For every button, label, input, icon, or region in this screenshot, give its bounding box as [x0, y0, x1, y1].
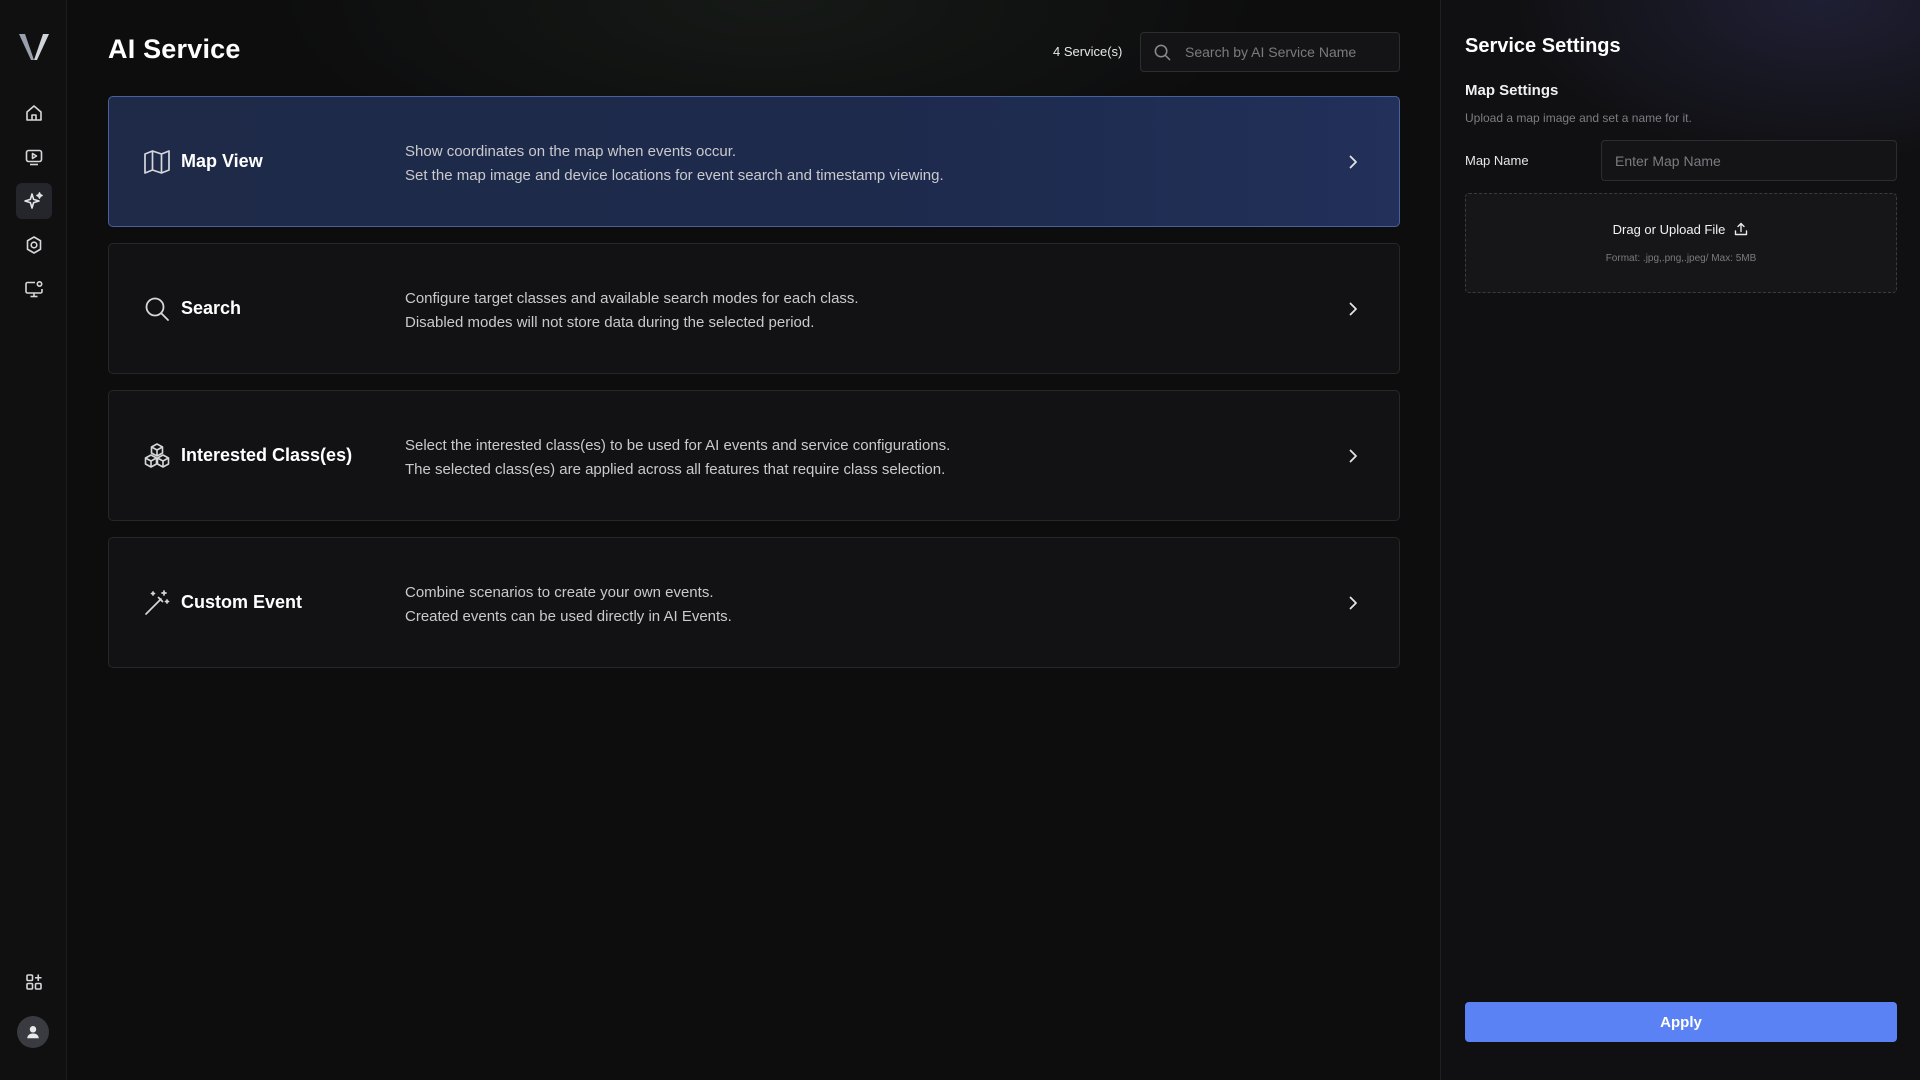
service-description-line: Configure target classes and available s…	[405, 290, 859, 307]
user-avatar[interactable]	[17, 1016, 49, 1048]
upload-label-row: Drag or Upload File	[1466, 221, 1896, 237]
chevron-right-icon[interactable]	[1343, 446, 1363, 466]
cubes-icon	[144, 443, 170, 468]
upload-label: Drag or Upload File	[1612, 221, 1726, 237]
service-description: Show coordinates on the map when events …	[405, 140, 944, 188]
nav-ai-service-button[interactable]	[16, 183, 52, 219]
service-description-line: Set the map image and device locations f…	[405, 167, 944, 184]
service-card-custom-event[interactable]: Custom Event Combine scenarios to create…	[108, 537, 1400, 668]
magic-wand-icon	[145, 590, 170, 615]
service-description: Combine scenarios to create your own eve…	[405, 581, 732, 629]
chevron-right-icon[interactable]	[1343, 152, 1363, 172]
file-upload-dropzone[interactable]: Drag or Upload File Format: .jpg,.png,.j…	[1465, 193, 1897, 293]
chevron-right-icon[interactable]	[1343, 593, 1363, 613]
apps-grid-add-icon	[26, 974, 42, 990]
service-card-interested-classes[interactable]: Interested Class(es) Select the interest…	[108, 390, 1400, 521]
chevron-right-icon[interactable]	[1343, 299, 1363, 319]
service-title: Map View	[181, 151, 263, 171]
nav-playback-button[interactable]	[16, 139, 52, 175]
home-icon	[26, 105, 42, 121]
v-logo-icon[interactable]	[17, 30, 51, 64]
map-name-input[interactable]	[1601, 140, 1897, 181]
service-count: 4 Service(s)	[1053, 44, 1123, 59]
service-description-line: Created events can be used directly in A…	[405, 608, 732, 625]
page-title: AI Service	[108, 34, 241, 64]
panel-title: Service Settings	[1465, 35, 1621, 57]
search-icon	[1154, 44, 1171, 60]
service-description: Select the interested class(es) to be us…	[405, 434, 950, 482]
map-name-label: Map Name	[1465, 153, 1529, 168]
user-avatar-icon	[27, 1026, 39, 1039]
service-description: Configure target classes and available s…	[405, 287, 859, 335]
ai-sparkle-icon	[24, 192, 43, 209]
main-content: AI Service 4 Service(s) Map View Show co…	[67, 0, 1440, 1080]
monitor-settings-icon	[25, 280, 43, 298]
upload-format-hint: Format: .jpg,.png,.jpeg/ Max: 5MB	[1605, 253, 1757, 264]
nav-settings-button[interactable]	[16, 227, 52, 263]
service-list: Map View Show coordinates on the map whe…	[108, 96, 1400, 684]
nav-apps-button[interactable]	[16, 964, 52, 1000]
map-settings-title: Map Settings	[1465, 82, 1559, 99]
nav-device-settings-button[interactable]	[16, 271, 52, 307]
service-settings-panel: Service Settings Map Settings Upload a m…	[1440, 0, 1920, 1080]
service-description-line: Combine scenarios to create your own eve…	[405, 584, 714, 601]
service-search-input[interactable]	[1183, 43, 1383, 61]
nav-rail	[0, 0, 67, 1080]
upload-icon	[1735, 222, 1748, 236]
service-description-line: Show coordinates on the map when events …	[405, 143, 737, 160]
app-window: AI Service 4 Service(s) Map View Show co…	[0, 0, 1920, 1080]
service-card-search[interactable]: Search Configure target classes and avai…	[108, 243, 1400, 374]
service-description-line: Disabled modes will not store data durin…	[405, 314, 815, 331]
map-settings-description: Upload a map image and set a name for it…	[1465, 111, 1692, 125]
search-icon	[145, 297, 169, 321]
service-description-line: Select the interested class(es) to be us…	[405, 437, 951, 454]
service-title: Custom Event	[181, 592, 303, 612]
apply-button[interactable]: Apply	[1465, 1002, 1897, 1042]
service-title: Search	[181, 298, 242, 318]
service-card-map-view[interactable]: Map View Show coordinates on the map whe…	[108, 96, 1400, 227]
settings-gear-icon	[26, 236, 42, 254]
video-playback-icon	[25, 149, 43, 166]
service-description-line: The selected class(es) are applied acros…	[405, 461, 946, 478]
service-title: Interested Class(es)	[181, 445, 353, 465]
nav-home-button[interactable]	[16, 95, 52, 131]
service-search-box[interactable]	[1140, 32, 1400, 72]
map-icon	[144, 150, 170, 174]
